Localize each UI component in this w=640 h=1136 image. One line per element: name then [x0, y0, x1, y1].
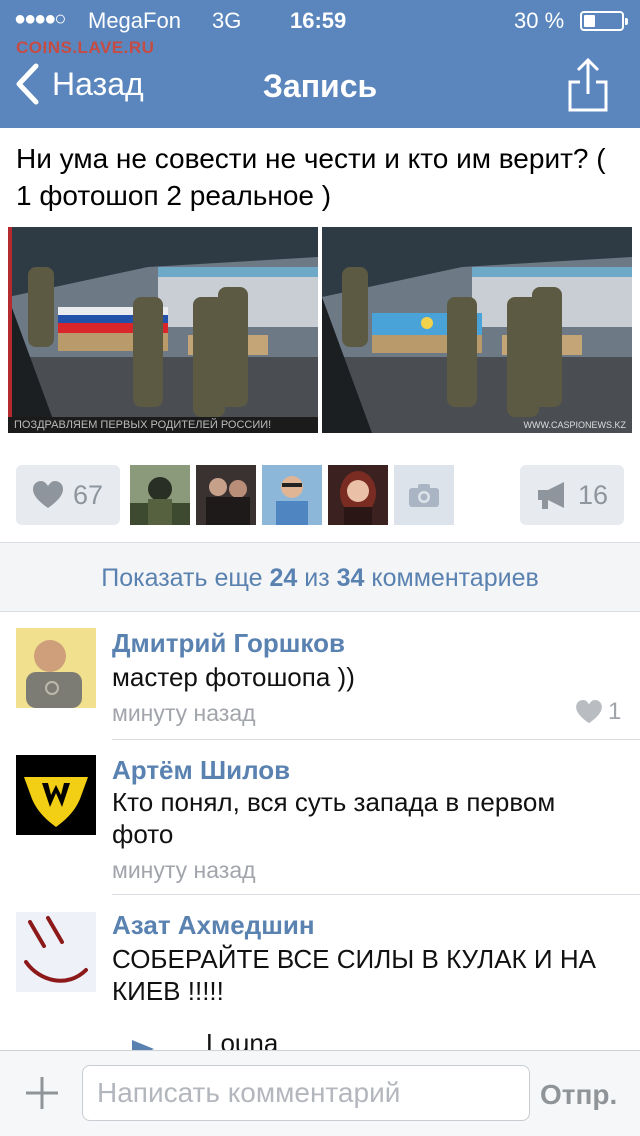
comment: Дмитрий Горшков мастер фотошопа )) минут…	[0, 628, 640, 738]
divider	[112, 894, 640, 895]
page-title: Запись	[262, 68, 378, 104]
reposts-count: 16	[577, 479, 609, 510]
liker-avatar[interactable]	[196, 465, 256, 525]
network-type: 3G	[212, 8, 242, 33]
divider	[112, 739, 640, 740]
comment-author[interactable]: Артём Шилов	[112, 755, 290, 786]
wu-tang-logo-image	[16, 755, 96, 835]
battery-fill	[584, 15, 595, 27]
liker-avatar[interactable]	[130, 465, 190, 525]
avatar	[262, 465, 322, 525]
repost-button[interactable]: 16	[520, 465, 624, 525]
show-more-prefix: Показать еще	[101, 564, 263, 592]
show-more-comments-button[interactable]: Показать еще 24 из 34 комментариев	[0, 542, 640, 612]
man-portrait-image	[16, 628, 96, 708]
more-likers-button[interactable]	[394, 465, 454, 525]
like-button[interactable]: 67	[16, 465, 120, 525]
comment-text: мастер фотошопа ))	[112, 662, 355, 692]
total-count: 34	[336, 564, 365, 592]
likes-count: 67	[72, 479, 104, 510]
comment-text: СОБЕРАЙТЕ ВСЕ СИЛЫ В КУЛАК И НА КИЕВ !!!…	[112, 944, 596, 1006]
post-text: Ни ума не совести не чести и кто им вери…	[16, 143, 606, 211]
carrier-name: MegaFon	[88, 8, 181, 33]
clock: 16:59	[290, 8, 347, 33]
show-more-suffix: комментариев	[371, 564, 539, 592]
megaphone-icon	[537, 482, 564, 509]
camera-icon	[409, 484, 439, 507]
smiley-sketch-image	[16, 912, 96, 992]
show-more-middle: из	[304, 564, 330, 592]
liker-avatar[interactable]	[328, 465, 388, 525]
avatar[interactable]	[16, 912, 96, 992]
avatar	[130, 465, 190, 525]
comment-composer: Отпр.	[0, 1050, 640, 1136]
shown-count: 24	[269, 564, 298, 592]
plus-icon[interactable]	[22, 1073, 62, 1113]
soldiers-coffin-russian-flag-image	[8, 227, 318, 433]
share-icon[interactable]	[566, 56, 610, 112]
photo-caption: WWW.CASPIONEWS.KZ	[523, 420, 627, 430]
nav-bar: Назад Запись	[0, 48, 640, 124]
battery-percent: 30 %	[514, 8, 565, 33]
send-button[interactable]: Отпр.	[540, 1079, 617, 1111]
post-photo-2[interactable]: WWW.CASPIONEWS.KZ	[322, 227, 632, 433]
comment-time: минуту назад	[112, 857, 256, 883]
comment: Артём Шилов Кто понял, вся суть запада в…	[0, 755, 640, 895]
battery-icon	[580, 11, 628, 31]
avatar	[196, 465, 256, 525]
comment-author[interactable]: Дмитрий Горшков	[112, 628, 345, 659]
heart-icon	[576, 700, 602, 724]
liker-avatar[interactable]	[262, 465, 322, 525]
post-photo-1[interactable]: ПОЗДРАВЛЯЕМ ПЕРВЫХ РОДИТЕЛЕЙ РОССИИ!	[8, 227, 318, 433]
status-bar: ●●●●○ MegaFon 3G 16:59 30 %	[0, 0, 640, 40]
signal-strength: ●●●●○	[14, 8, 66, 30]
comment-time: минуту назад	[112, 700, 256, 726]
header: ●●●●○ MegaFon 3G 16:59 30 % COINS.LAVE.R…	[0, 0, 640, 128]
avatar	[328, 465, 388, 525]
comment-like-button[interactable]: 1	[576, 698, 621, 726]
comment-text: Кто понял, вся суть запада в первом фото	[112, 787, 556, 849]
photo-caption: ПОЗДРАВЛЯЕМ ПЕРВЫХ РОДИТЕЛЕЙ РОССИИ!	[8, 417, 318, 433]
heart-icon	[32, 481, 63, 508]
avatar[interactable]	[16, 628, 96, 708]
comment-input[interactable]	[82, 1065, 530, 1121]
comment-like-count: 1	[608, 698, 622, 725]
soldiers-coffin-kazakh-flag-image	[322, 227, 632, 433]
comment-author[interactable]: Азат Ахмедшин	[112, 910, 315, 941]
avatar[interactable]	[16, 755, 96, 835]
